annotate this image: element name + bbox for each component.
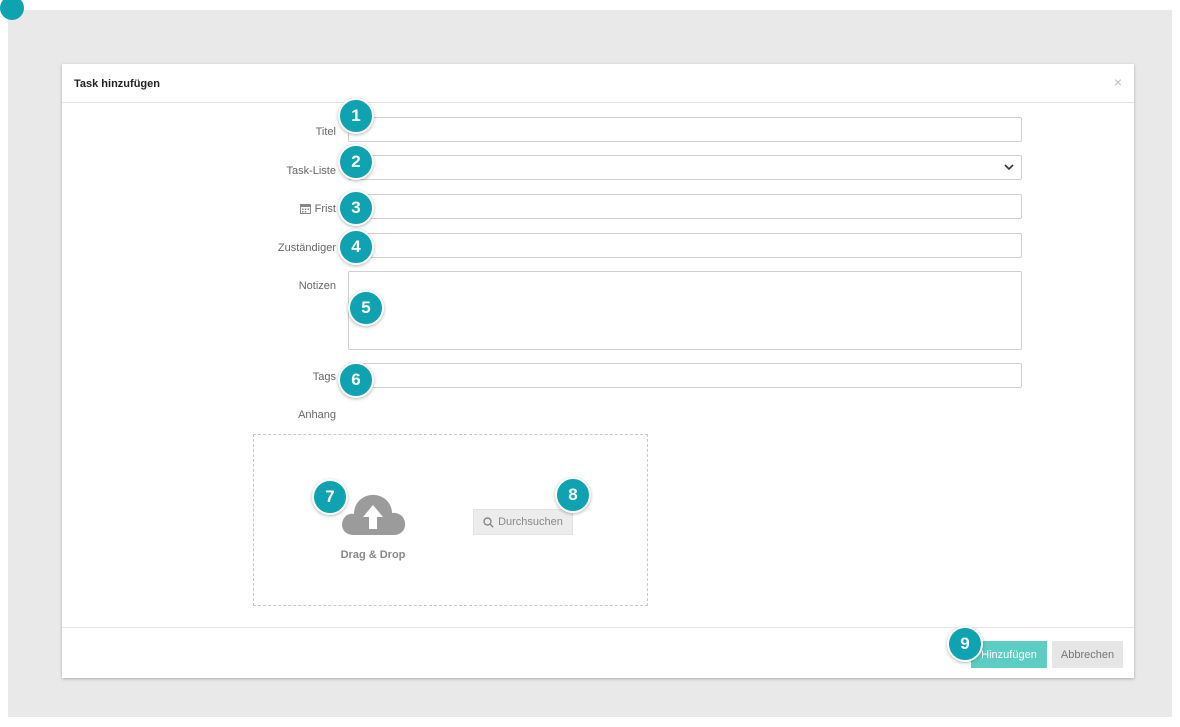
deadline-label-text: Frist [314,203,336,215]
tags-input[interactable] [348,363,1022,388]
search-icon [483,516,494,528]
notes-textarea[interactable] [348,271,1022,350]
callout-badge-7: 7 [312,479,348,515]
callout-badge-9: 9 [947,626,983,662]
task-list-select[interactable] [348,155,1022,180]
callout-badge-1: 1 [338,98,374,134]
callout-badge-3: 3 [338,190,374,226]
deadline-label: Frist [176,203,336,215]
callout-badge-5: 5 [348,290,384,326]
cloud-upload-icon [342,494,406,535]
dialog-header: Task hinzufügen × [62,64,1134,103]
attachment-dropzone[interactable]: Drag & Drop Durchsuchen 7 8 [253,434,648,606]
notes-label: Notizen [298,280,336,292]
callout-badge-2: 2 [338,144,374,180]
task-list-label: Task-Liste [286,165,336,177]
title-input[interactable] [348,117,1022,142]
drag-drop-label: Drag & Drop [340,549,406,561]
assignee-label: Zuständiger [277,242,336,254]
dialog-footer: Hinzufügen Abbrechen 9 [62,626,1134,679]
tags-label: Tags [312,371,336,383]
browse-button-label: Durchsuchen [498,516,563,528]
assignee-input[interactable] [348,233,1022,258]
add-task-dialog: Task hinzufügen × Titel 1 Task-Liste 2 F… [62,64,1134,678]
close-icon[interactable]: × [1114,74,1122,90]
title-label: Titel [315,126,336,138]
calendar-icon [299,204,311,214]
corner-badge [0,0,24,20]
browse-button[interactable]: Durchsuchen [473,509,573,535]
callout-badge-6: 6 [338,362,374,398]
deadline-input[interactable] [348,194,1022,219]
attachment-label: Anhang [298,409,336,421]
cancel-button[interactable]: Abbrechen [1052,641,1123,668]
callout-badge-4: 4 [338,229,374,265]
callout-badge-8: 8 [555,477,591,513]
chevron-down-icon [1004,164,1014,171]
dialog-title: Task hinzufügen [74,78,160,90]
